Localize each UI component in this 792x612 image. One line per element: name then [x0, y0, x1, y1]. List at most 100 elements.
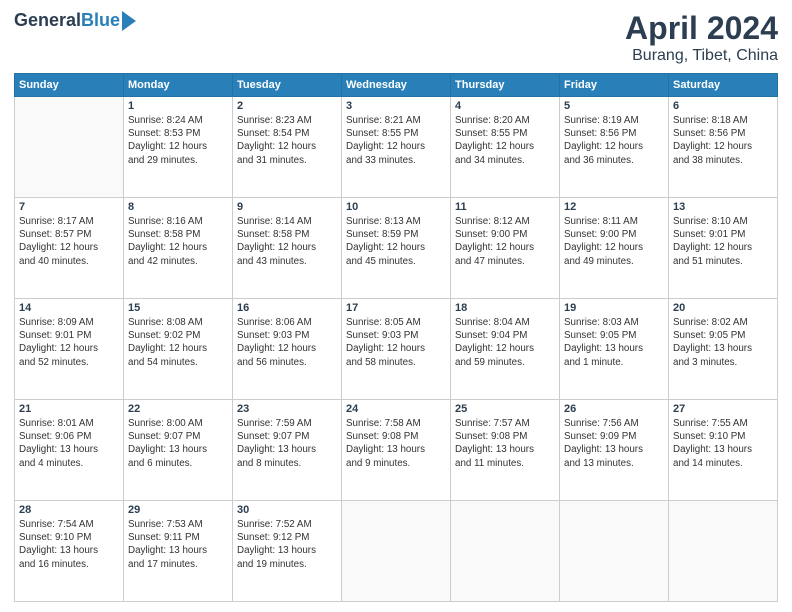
- day-info: Sunrise: 8:10 AM Sunset: 9:01 PM Dayligh…: [673, 215, 773, 268]
- day-info: Sunrise: 8:03 AM Sunset: 9:05 PM Dayligh…: [564, 316, 664, 369]
- day-header-saturday: Saturday: [669, 74, 778, 97]
- day-number: 5: [564, 100, 664, 112]
- title-block: April 2024 Burang, Tibet, China: [625, 10, 778, 65]
- day-number: 30: [237, 504, 337, 516]
- day-info: Sunrise: 8:21 AM Sunset: 8:55 PM Dayligh…: [346, 114, 446, 167]
- week-row-2: 7 Sunrise: 8:17 AM Sunset: 8:57 PM Dayli…: [15, 198, 778, 299]
- day-cell: 22 Sunrise: 8:00 AM Sunset: 9:07 PM Dayl…: [124, 400, 233, 501]
- week-row-5: 28 Sunrise: 7:54 AM Sunset: 9:10 PM Dayl…: [15, 501, 778, 602]
- day-number: 12: [564, 201, 664, 213]
- day-header-friday: Friday: [560, 74, 669, 97]
- day-info: Sunrise: 8:23 AM Sunset: 8:54 PM Dayligh…: [237, 114, 337, 167]
- header: General Blue April 2024 Burang, Tibet, C…: [14, 10, 778, 65]
- day-number: 11: [455, 201, 555, 213]
- day-number: 4: [455, 100, 555, 112]
- day-info: Sunrise: 8:08 AM Sunset: 9:02 PM Dayligh…: [128, 316, 228, 369]
- day-info: Sunrise: 8:06 AM Sunset: 9:03 PM Dayligh…: [237, 316, 337, 369]
- day-info: Sunrise: 7:55 AM Sunset: 9:10 PM Dayligh…: [673, 417, 773, 470]
- day-cell: 21 Sunrise: 8:01 AM Sunset: 9:06 PM Dayl…: [15, 400, 124, 501]
- day-info: Sunrise: 7:52 AM Sunset: 9:12 PM Dayligh…: [237, 518, 337, 571]
- day-cell: [451, 501, 560, 602]
- day-number: 2: [237, 100, 337, 112]
- day-cell: 8 Sunrise: 8:16 AM Sunset: 8:58 PM Dayli…: [124, 198, 233, 299]
- day-number: 15: [128, 302, 228, 314]
- calendar-subtitle: Burang, Tibet, China: [625, 47, 778, 65]
- day-info: Sunrise: 7:59 AM Sunset: 9:07 PM Dayligh…: [237, 417, 337, 470]
- day-info: Sunrise: 8:11 AM Sunset: 9:00 PM Dayligh…: [564, 215, 664, 268]
- calendar-title: April 2024: [625, 10, 778, 47]
- day-number: 27: [673, 403, 773, 415]
- day-cell: 12 Sunrise: 8:11 AM Sunset: 9:00 PM Dayl…: [560, 198, 669, 299]
- day-cell: [342, 501, 451, 602]
- day-cell: 10 Sunrise: 8:13 AM Sunset: 8:59 PM Dayl…: [342, 198, 451, 299]
- day-info: Sunrise: 8:17 AM Sunset: 8:57 PM Dayligh…: [19, 215, 119, 268]
- day-cell: 16 Sunrise: 8:06 AM Sunset: 9:03 PM Dayl…: [233, 299, 342, 400]
- day-number: 18: [455, 302, 555, 314]
- week-row-1: 1 Sunrise: 8:24 AM Sunset: 8:53 PM Dayli…: [15, 97, 778, 198]
- day-cell: 13 Sunrise: 8:10 AM Sunset: 9:01 PM Dayl…: [669, 198, 778, 299]
- day-number: 10: [346, 201, 446, 213]
- day-cell: [560, 501, 669, 602]
- day-cell: 30 Sunrise: 7:52 AM Sunset: 9:12 PM Dayl…: [233, 501, 342, 602]
- day-info: Sunrise: 8:19 AM Sunset: 8:56 PM Dayligh…: [564, 114, 664, 167]
- day-cell: 2 Sunrise: 8:23 AM Sunset: 8:54 PM Dayli…: [233, 97, 342, 198]
- day-cell: 26 Sunrise: 7:56 AM Sunset: 9:09 PM Dayl…: [560, 400, 669, 501]
- day-info: Sunrise: 8:18 AM Sunset: 8:56 PM Dayligh…: [673, 114, 773, 167]
- day-info: Sunrise: 8:00 AM Sunset: 9:07 PM Dayligh…: [128, 417, 228, 470]
- day-number: 9: [237, 201, 337, 213]
- day-number: 17: [346, 302, 446, 314]
- day-info: Sunrise: 8:14 AM Sunset: 8:58 PM Dayligh…: [237, 215, 337, 268]
- day-number: 22: [128, 403, 228, 415]
- day-cell: 6 Sunrise: 8:18 AM Sunset: 8:56 PM Dayli…: [669, 97, 778, 198]
- day-header-wednesday: Wednesday: [342, 74, 451, 97]
- day-cell: 18 Sunrise: 8:04 AM Sunset: 9:04 PM Dayl…: [451, 299, 560, 400]
- day-info: Sunrise: 8:02 AM Sunset: 9:05 PM Dayligh…: [673, 316, 773, 369]
- day-cell: 23 Sunrise: 7:59 AM Sunset: 9:07 PM Dayl…: [233, 400, 342, 501]
- day-cell: 14 Sunrise: 8:09 AM Sunset: 9:01 PM Dayl…: [15, 299, 124, 400]
- day-info: Sunrise: 7:54 AM Sunset: 9:10 PM Dayligh…: [19, 518, 119, 571]
- day-number: 29: [128, 504, 228, 516]
- week-row-4: 21 Sunrise: 8:01 AM Sunset: 9:06 PM Dayl…: [15, 400, 778, 501]
- day-cell: 4 Sunrise: 8:20 AM Sunset: 8:55 PM Dayli…: [451, 97, 560, 198]
- day-number: 24: [346, 403, 446, 415]
- day-info: Sunrise: 7:57 AM Sunset: 9:08 PM Dayligh…: [455, 417, 555, 470]
- day-cell: 9 Sunrise: 8:14 AM Sunset: 8:58 PM Dayli…: [233, 198, 342, 299]
- logo-general-text: General: [14, 10, 81, 31]
- day-cell: 19 Sunrise: 8:03 AM Sunset: 9:05 PM Dayl…: [560, 299, 669, 400]
- page: General Blue April 2024 Burang, Tibet, C…: [0, 0, 792, 612]
- day-number: 28: [19, 504, 119, 516]
- day-cell: 20 Sunrise: 8:02 AM Sunset: 9:05 PM Dayl…: [669, 299, 778, 400]
- day-info: Sunrise: 8:20 AM Sunset: 8:55 PM Dayligh…: [455, 114, 555, 167]
- day-cell: [669, 501, 778, 602]
- day-number: 16: [237, 302, 337, 314]
- day-info: Sunrise: 8:12 AM Sunset: 9:00 PM Dayligh…: [455, 215, 555, 268]
- day-header-tuesday: Tuesday: [233, 74, 342, 97]
- day-cell: 11 Sunrise: 8:12 AM Sunset: 9:00 PM Dayl…: [451, 198, 560, 299]
- day-number: 1: [128, 100, 228, 112]
- day-info: Sunrise: 8:13 AM Sunset: 8:59 PM Dayligh…: [346, 215, 446, 268]
- day-cell: 25 Sunrise: 7:57 AM Sunset: 9:08 PM Dayl…: [451, 400, 560, 501]
- day-info: Sunrise: 7:56 AM Sunset: 9:09 PM Dayligh…: [564, 417, 664, 470]
- day-cell: 27 Sunrise: 7:55 AM Sunset: 9:10 PM Dayl…: [669, 400, 778, 501]
- day-info: Sunrise: 8:09 AM Sunset: 9:01 PM Dayligh…: [19, 316, 119, 369]
- day-cell: 17 Sunrise: 8:05 AM Sunset: 9:03 PM Dayl…: [342, 299, 451, 400]
- day-info: Sunrise: 8:05 AM Sunset: 9:03 PM Dayligh…: [346, 316, 446, 369]
- day-number: 23: [237, 403, 337, 415]
- day-number: 6: [673, 100, 773, 112]
- day-cell: 24 Sunrise: 7:58 AM Sunset: 9:08 PM Dayl…: [342, 400, 451, 501]
- day-cell: 28 Sunrise: 7:54 AM Sunset: 9:10 PM Dayl…: [15, 501, 124, 602]
- day-cell: 1 Sunrise: 8:24 AM Sunset: 8:53 PM Dayli…: [124, 97, 233, 198]
- day-cell: 5 Sunrise: 8:19 AM Sunset: 8:56 PM Dayli…: [560, 97, 669, 198]
- day-header-thursday: Thursday: [451, 74, 560, 97]
- calendar-table: SundayMondayTuesdayWednesdayThursdayFrid…: [14, 73, 778, 602]
- day-number: 26: [564, 403, 664, 415]
- day-info: Sunrise: 7:58 AM Sunset: 9:08 PM Dayligh…: [346, 417, 446, 470]
- day-number: 8: [128, 201, 228, 213]
- day-number: 14: [19, 302, 119, 314]
- day-cell: 3 Sunrise: 8:21 AM Sunset: 8:55 PM Dayli…: [342, 97, 451, 198]
- day-number: 21: [19, 403, 119, 415]
- logo-arrow-icon: [122, 11, 136, 31]
- day-cell: [15, 97, 124, 198]
- day-info: Sunrise: 8:24 AM Sunset: 8:53 PM Dayligh…: [128, 114, 228, 167]
- day-number: 20: [673, 302, 773, 314]
